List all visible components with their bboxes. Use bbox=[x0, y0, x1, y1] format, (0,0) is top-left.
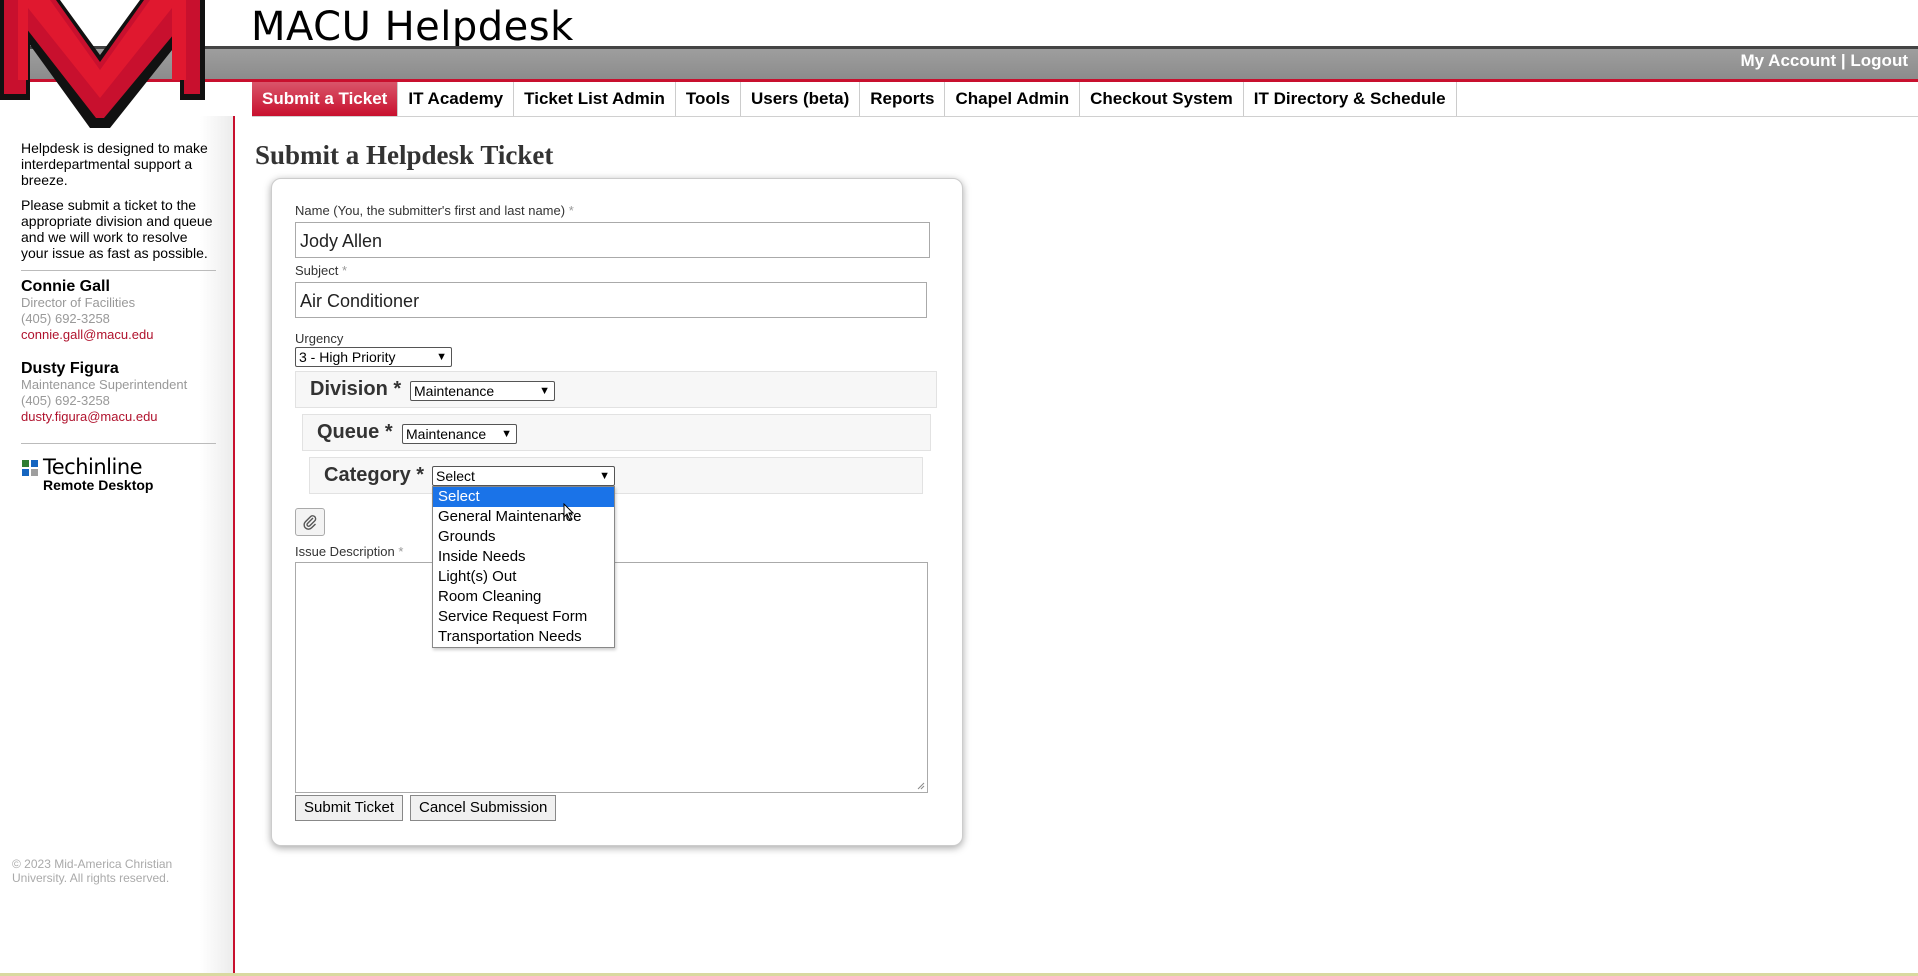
macu-logo bbox=[0, 0, 205, 128]
sidebar-intro: Helpdesk is designed to make interdepart… bbox=[21, 140, 208, 188]
nav-checkout-system[interactable]: Checkout System bbox=[1080, 82, 1244, 116]
my-account-link[interactable]: My Account bbox=[1740, 51, 1836, 70]
division-select[interactable]: Maintenance ▼ bbox=[410, 381, 555, 401]
contact-title: Director of Facilities bbox=[21, 295, 136, 310]
category-option[interactable]: General Maintenance bbox=[433, 507, 614, 527]
name-label: Name (You, the submitter's first and las… bbox=[295, 203, 574, 218]
site-title: MACU Helpdesk bbox=[251, 4, 574, 50]
contact-name: Dusty Figura bbox=[21, 360, 119, 377]
chevron-down-icon: ▼ bbox=[599, 470, 610, 482]
category-option[interactable]: Light(s) Out bbox=[433, 567, 614, 587]
link-separator: | bbox=[1840, 51, 1846, 70]
contact-card: Connie Gall Director of Facilities (405)… bbox=[21, 279, 216, 343]
account-links: My Account | Logout bbox=[1740, 51, 1908, 71]
urgency-select[interactable]: 3 - High Priority ▼ bbox=[295, 347, 452, 367]
category-option[interactable]: Select bbox=[433, 487, 614, 507]
nav-ticket-list-admin[interactable]: Ticket List Admin bbox=[514, 82, 676, 116]
contact-title: Maintenance Superintendent bbox=[21, 377, 188, 392]
techinline-subtitle: Remote Desktop bbox=[43, 477, 154, 493]
sidebar-divider bbox=[21, 443, 216, 444]
name-input[interactable]: Jody Allen bbox=[295, 222, 930, 258]
nav-reports[interactable]: Reports bbox=[860, 82, 946, 116]
copyright: © 2023 Mid-America Christian University.… bbox=[12, 857, 173, 885]
urgency-value: 3 - High Priority bbox=[299, 349, 396, 365]
attach-file-button[interactable] bbox=[295, 508, 325, 536]
header-bar bbox=[0, 46, 1918, 82]
queue-panel bbox=[302, 414, 931, 451]
category-option[interactable]: Transportation Needs bbox=[433, 627, 614, 647]
urgency-label: Urgency bbox=[295, 331, 344, 346]
category-dropdown-list: Select General Maintenance Grounds Insid… bbox=[432, 486, 615, 648]
page-title: Submit a Helpdesk Ticket bbox=[255, 140, 554, 170]
contact-name: Connie Gall bbox=[21, 278, 110, 295]
contact-card: Dusty Figura Maintenance Superintendent … bbox=[21, 361, 216, 425]
paperclip-icon bbox=[303, 515, 317, 530]
nav-it-directory[interactable]: IT Directory & Schedule bbox=[1244, 82, 1457, 116]
sidebar-divider bbox=[21, 270, 216, 271]
chevron-down-icon: ▼ bbox=[501, 428, 512, 440]
category-option[interactable]: Service Request Form bbox=[433, 607, 614, 627]
techinline-title: Techinline bbox=[43, 455, 143, 479]
category-label: Category * bbox=[324, 464, 425, 486]
sidebar-border bbox=[233, 116, 235, 976]
main-nav: Submit a Ticket IT Academy Ticket List A… bbox=[252, 82, 1457, 117]
category-select[interactable]: Select ▼ bbox=[432, 466, 615, 486]
division-label: Division * bbox=[310, 378, 402, 400]
submit-ticket-button[interactable]: Submit Ticket bbox=[295, 795, 404, 821]
division-value: Maintenance bbox=[414, 383, 495, 399]
resize-grip-icon[interactable] bbox=[917, 782, 925, 790]
contact-phone: (405) 692-3258 bbox=[21, 311, 110, 326]
logout-link[interactable]: Logout bbox=[1850, 51, 1908, 70]
techinline-link[interactable]: Techinline Remote Desktop bbox=[21, 456, 216, 493]
chevron-down-icon: ▼ bbox=[539, 385, 550, 397]
subject-input[interactable]: Air Conditioner bbox=[295, 282, 927, 318]
nav-divider bbox=[252, 116, 1918, 117]
chevron-down-icon: ▼ bbox=[436, 351, 447, 363]
nav-chapel-admin[interactable]: Chapel Admin bbox=[945, 82, 1081, 116]
category-option[interactable]: Grounds bbox=[433, 527, 614, 547]
sidebar: Helpdesk is designed to make interdepart… bbox=[21, 140, 216, 493]
queue-value: Maintenance bbox=[406, 426, 487, 442]
contact-email-link[interactable]: connie.gall@macu.edu bbox=[21, 327, 216, 343]
nav-it-academy[interactable]: IT Academy bbox=[398, 82, 515, 116]
queue-label: Queue * bbox=[317, 421, 393, 443]
cancel-submission-button[interactable]: Cancel Submission bbox=[410, 795, 557, 821]
mouse-cursor-icon bbox=[563, 503, 575, 521]
queue-select[interactable]: Maintenance ▼ bbox=[402, 424, 517, 444]
issue-description-label: Issue Description * bbox=[295, 544, 404, 559]
category-value: Select bbox=[436, 468, 475, 484]
nav-tools[interactable]: Tools bbox=[676, 82, 741, 116]
category-option[interactable]: Inside Needs bbox=[433, 547, 614, 567]
subject-label: Subject * bbox=[295, 263, 348, 278]
category-option[interactable]: Room Cleaning bbox=[433, 587, 614, 607]
nav-users-beta[interactable]: Users (beta) bbox=[741, 82, 861, 116]
nav-submit-ticket[interactable]: Submit a Ticket bbox=[252, 82, 399, 116]
contact-phone: (405) 692-3258 bbox=[21, 393, 110, 408]
sidebar-instructions: Please submit a ticket to the appropriat… bbox=[21, 197, 213, 261]
techinline-logo-icon bbox=[22, 460, 38, 476]
contact-email-link[interactable]: dusty.figura@macu.edu bbox=[21, 409, 216, 425]
